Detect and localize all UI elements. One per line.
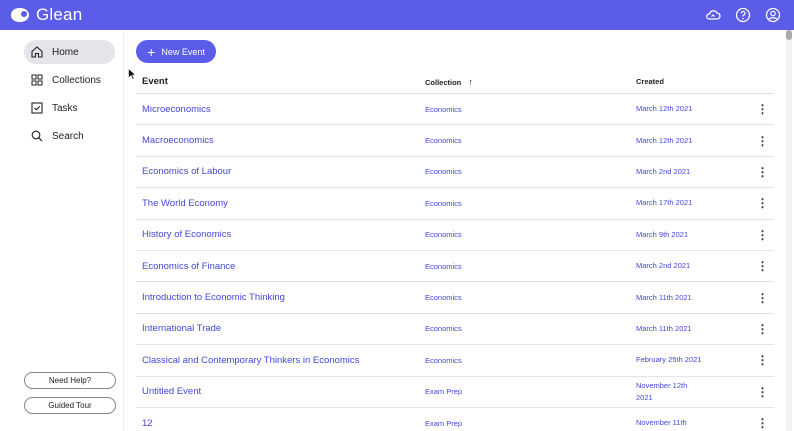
event-created: March 17th 2021 bbox=[636, 198, 693, 208]
table-row[interactable]: Economics of Finance Economics March 2nd… bbox=[136, 251, 774, 283]
more-options-icon[interactable]: ⋮ bbox=[751, 102, 774, 116]
more-options-icon[interactable]: ⋮ bbox=[751, 228, 774, 242]
more-options-icon[interactable]: ⋮ bbox=[751, 165, 774, 179]
need-help-button[interactable]: Need Help? bbox=[24, 372, 116, 389]
sort-ascending-icon: ↑ bbox=[468, 76, 473, 87]
table-row[interactable]: Microeconomics Economics March 12th 2021… bbox=[136, 94, 774, 126]
event-title[interactable]: The World Economy bbox=[136, 198, 425, 209]
glean-logo-icon bbox=[11, 8, 29, 22]
event-collection[interactable]: Economics bbox=[425, 262, 636, 271]
event-created: November 12th 2021 bbox=[636, 380, 688, 402]
table-row[interactable]: International Trade Economics March 11th… bbox=[136, 314, 774, 346]
sidebar-item-search[interactable]: Search bbox=[24, 124, 115, 148]
event-created: February 25th 2021 bbox=[636, 355, 702, 365]
event-title[interactable]: Macroeconomics bbox=[136, 135, 425, 146]
plus-icon: + bbox=[147, 43, 156, 60]
more-options-icon[interactable]: ⋮ bbox=[751, 259, 774, 273]
sidebar-item-label: Tasks bbox=[52, 102, 78, 114]
event-collection[interactable]: Exam Prep bbox=[425, 387, 636, 396]
cloud-sync-icon[interactable] bbox=[704, 6, 722, 24]
table-row[interactable]: Economics of Labour Economics March 2nd … bbox=[136, 157, 774, 189]
event-created: March 12th 2021 bbox=[636, 135, 693, 145]
guided-tour-button[interactable]: Guided Tour bbox=[24, 397, 116, 414]
event-title[interactable]: 12 bbox=[136, 418, 425, 429]
mouse-cursor-icon bbox=[128, 68, 136, 80]
event-collection[interactable]: Economics bbox=[425, 230, 636, 239]
event-collection[interactable]: Economics bbox=[425, 324, 636, 333]
more-options-icon[interactable]: ⋮ bbox=[751, 322, 774, 336]
sidebar-item-tasks[interactable]: Tasks bbox=[24, 96, 115, 120]
event-title[interactable]: Untitled Event bbox=[136, 386, 425, 397]
account-icon[interactable] bbox=[764, 6, 782, 24]
table-row[interactable]: Macroeconomics Economics March 12th 2021… bbox=[136, 125, 774, 157]
event-collection[interactable]: Economics bbox=[425, 105, 636, 114]
checkbox-icon bbox=[31, 102, 43, 114]
app-logo[interactable]: Glean bbox=[10, 5, 82, 25]
event-created: March 2nd 2021 bbox=[636, 166, 691, 176]
event-title[interactable]: Economics of Labour bbox=[136, 166, 425, 177]
event-title[interactable]: Economics of Finance bbox=[136, 261, 425, 272]
event-created: March 11th 2021 bbox=[636, 323, 692, 333]
table-row[interactable]: The World Economy Economics March 17th 2… bbox=[136, 188, 774, 220]
event-title[interactable]: Microeconomics bbox=[136, 104, 425, 115]
more-options-icon[interactable]: ⋮ bbox=[751, 385, 774, 399]
sidebar-item-label: Collections bbox=[52, 74, 101, 86]
more-options-icon[interactable]: ⋮ bbox=[751, 353, 774, 367]
more-options-icon[interactable]: ⋮ bbox=[751, 134, 774, 148]
sidebar-item-collections[interactable]: Collections bbox=[24, 68, 115, 92]
event-title[interactable]: History of Economics bbox=[136, 229, 425, 240]
sidebar-item-home[interactable]: Home bbox=[24, 40, 115, 64]
more-options-icon[interactable]: ⋮ bbox=[751, 291, 774, 305]
table-row[interactable]: Classical and Contemporary Thinkers in E… bbox=[136, 345, 774, 377]
events-table: Event Collection ↑ Created Microeconomic… bbox=[136, 70, 774, 431]
sidebar-item-label: Search bbox=[52, 130, 84, 142]
event-collection[interactable]: Economics bbox=[425, 293, 636, 302]
event-title[interactable]: Introduction to Economic Thinking bbox=[136, 292, 425, 303]
column-header-collection-label: Collection bbox=[425, 77, 462, 87]
app-window: Glean Home Collections Tasks Search Need… bbox=[0, 0, 794, 431]
column-header-event[interactable]: Event bbox=[136, 76, 425, 87]
new-event-label: New Event bbox=[161, 46, 205, 57]
home-icon bbox=[31, 46, 43, 58]
scrollbar[interactable] bbox=[786, 30, 792, 431]
grid-icon bbox=[31, 74, 43, 86]
event-title[interactable]: Classical and Contemporary Thinkers in E… bbox=[136, 355, 425, 366]
event-collection[interactable]: Economics bbox=[425, 167, 636, 176]
event-created: November 11th bbox=[636, 418, 687, 428]
event-created: March 9th 2021 bbox=[636, 229, 689, 239]
more-options-icon[interactable]: ⋮ bbox=[751, 196, 774, 210]
event-created: March 12th 2021 bbox=[636, 104, 693, 114]
column-header-created[interactable]: Created bbox=[636, 76, 751, 88]
search-icon bbox=[31, 130, 43, 142]
table-row[interactable]: Untitled Event Exam Prep November 12th 2… bbox=[136, 377, 774, 408]
sidebar: Home Collections Tasks Search Need Help?… bbox=[0, 30, 124, 431]
table-row[interactable]: History of Economics Economics March 9th… bbox=[136, 220, 774, 251]
sidebar-item-label: Home bbox=[52, 46, 79, 58]
top-bar: Glean bbox=[0, 0, 794, 30]
app-name: Glean bbox=[36, 5, 83, 24]
column-header-collection[interactable]: Collection ↑ bbox=[425, 77, 636, 87]
event-title[interactable]: International Trade bbox=[136, 323, 425, 334]
event-collection[interactable]: Economics bbox=[425, 356, 636, 365]
more-options-icon[interactable]: ⋮ bbox=[751, 416, 774, 430]
help-icon[interactable] bbox=[734, 6, 752, 24]
event-collection[interactable]: Economics bbox=[425, 136, 636, 145]
top-icons bbox=[704, 6, 782, 24]
table-header: Event Collection ↑ Created bbox=[136, 70, 774, 94]
table-row[interactable]: 12 Exam Prep November 11th ⋮ bbox=[136, 408, 774, 431]
table-row[interactable]: Introduction to Economic Thinking Econom… bbox=[136, 282, 774, 314]
new-event-button[interactable]: + New Event bbox=[136, 40, 216, 63]
scrollbar-thumb[interactable] bbox=[786, 30, 792, 40]
event-created: March 11th 2021 bbox=[636, 292, 692, 302]
event-created: March 2nd 2021 bbox=[636, 261, 691, 271]
event-collection[interactable]: Economics bbox=[425, 199, 636, 208]
main-content: + New Event Event Collection ↑ Created M… bbox=[124, 30, 794, 431]
event-collection[interactable]: Exam Prep bbox=[425, 419, 636, 428]
